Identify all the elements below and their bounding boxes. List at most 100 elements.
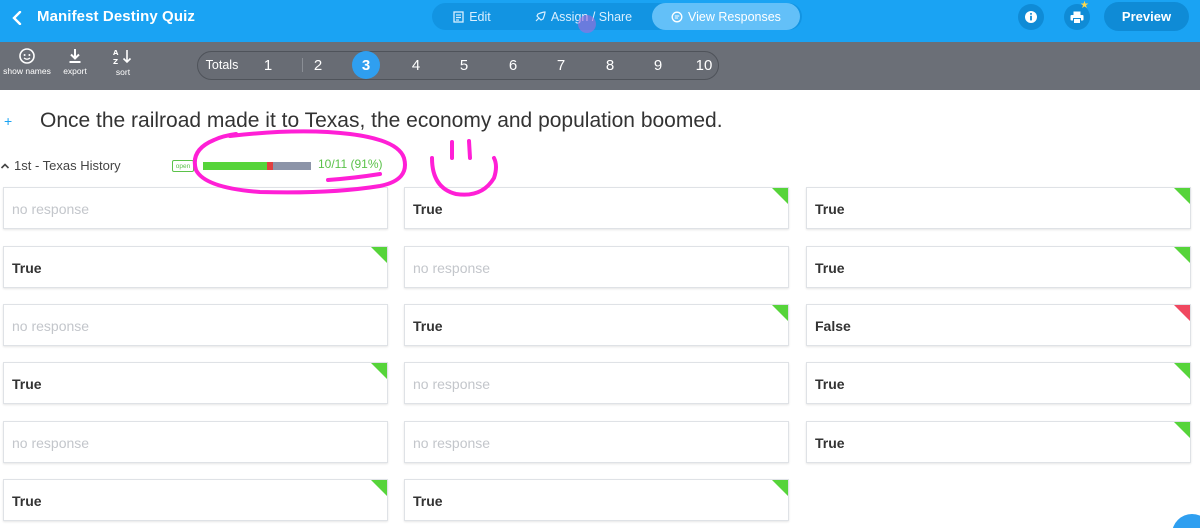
sort-button[interactable]: AZ sort [108,48,138,77]
response-card[interactable]: True [806,187,1191,229]
question-text: Once the railroad made it to Texas, the … [40,109,723,132]
question-tab-9[interactable]: 9 [646,52,670,78]
preview-button[interactable]: Preview [1104,2,1189,31]
response-card[interactable]: True [806,246,1191,288]
question-tab-7[interactable]: 7 [549,52,573,78]
response-card[interactable]: no response [404,246,789,288]
response-text: no response [413,376,491,392]
response-text: False [815,318,851,334]
response-card[interactable]: False [806,304,1191,346]
question-navigator: Totals 1 2 3 4 5 6 7 8 9 10 [197,51,719,80]
show-names-label: show names [3,66,51,76]
show-names-button[interactable]: show names [2,48,52,76]
question-tab-1[interactable]: 1 [256,52,280,78]
response-text: no response [413,435,491,451]
cursor-highlight [578,15,596,33]
expand-plus-icon[interactable]: + [4,113,12,129]
response-text: True [815,201,845,217]
response-card[interactable]: True [404,187,789,229]
response-card[interactable]: True [404,304,789,346]
rocket-icon [535,10,546,21]
chevron-left-icon [12,11,22,25]
tab-edit-label: Edit [469,9,491,24]
incorrect-corner-icon [1174,305,1190,321]
question-tab-2[interactable]: 2 [306,52,330,78]
class-section-toggle[interactable]: 1st - Texas History [0,158,121,173]
question-tab-4[interactable]: 4 [404,52,428,78]
score-bar [203,162,311,170]
response-text: True [12,493,42,509]
response-text: True [815,376,845,392]
response-text: True [815,260,845,276]
response-text: True [12,376,42,392]
response-text: True [815,435,845,451]
sort-label: sort [115,67,131,77]
score-bar-correct [203,162,267,170]
printer-icon [1070,11,1084,24]
page: Manifest Destiny Quiz Edit Assign / Shar… [0,0,1200,528]
svg-text:A: A [113,49,119,57]
correct-corner-icon [772,188,788,204]
help-chat-button[interactable] [1172,514,1200,528]
score-bar-incorrect [267,162,273,170]
response-card[interactable]: no response [3,421,388,463]
correct-corner-icon [371,247,387,263]
edit-icon [453,10,464,23]
question-tab-10[interactable]: 10 [691,52,717,78]
correct-corner-icon [1174,422,1190,438]
response-card[interactable]: True [3,362,388,404]
response-card[interactable]: True [806,421,1191,463]
correct-corner-icon [1174,188,1190,204]
response-card[interactable]: True [806,362,1191,404]
correct-corner-icon [772,480,788,496]
tab-view-label: View Responses [688,9,781,24]
back-button[interactable] [6,7,28,29]
response-card[interactable]: no response [3,187,388,229]
totals-tab[interactable]: Totals [204,52,240,78]
top-bar: Manifest Destiny Quiz Edit Assign / Shar… [0,0,1200,42]
response-text: no response [413,260,491,276]
separator [302,58,303,72]
response-text: True [413,318,443,334]
mode-switch: Edit Assign / Share View Responses [432,3,802,30]
chevron-up-icon [0,162,10,169]
response-card[interactable]: True [3,246,388,288]
star-icon: ★ [1080,0,1089,11]
response-card[interactable]: no response [404,362,789,404]
export-label: export [63,66,87,76]
response-text: True [12,260,42,276]
response-text: no response [12,201,90,217]
correct-corner-icon [371,480,387,496]
response-card[interactable]: True [3,479,388,521]
response-text: True [413,201,443,217]
quiz-title: Manifest Destiny Quiz [37,8,195,25]
response-card[interactable]: True [404,479,789,521]
score-text: 10/11 (91%) [318,157,383,171]
response-card[interactable]: no response [3,304,388,346]
question-tab-8[interactable]: 8 [598,52,622,78]
response-text: no response [12,318,90,334]
class-name: 1st - Texas History [14,158,121,173]
sort-az-icon: AZ [113,49,132,65]
response-toolbar: show names export AZ sort Totals 1 2 3 4… [0,42,1200,90]
download-icon [69,49,81,63]
correct-corner-icon [371,363,387,379]
info-button[interactable] [1018,4,1044,30]
tab-edit[interactable]: Edit [432,3,512,30]
svg-text:Z: Z [113,58,118,65]
response-text: True [413,493,443,509]
correct-corner-icon [1174,363,1190,379]
response-text: no response [12,435,90,451]
info-icon [1025,11,1037,23]
export-button[interactable]: export [58,48,92,76]
question-tab-6[interactable]: 6 [501,52,525,78]
question-tab-3[interactable]: 3 [352,51,380,79]
correct-corner-icon [1174,247,1190,263]
face-icon [19,48,35,64]
tab-view-responses[interactable]: View Responses [652,3,800,30]
open-badge: open [172,160,194,172]
correct-corner-icon [772,305,788,321]
question-tab-5[interactable]: 5 [452,52,476,78]
chat-icon [671,11,683,22]
response-card[interactable]: no response [404,421,789,463]
